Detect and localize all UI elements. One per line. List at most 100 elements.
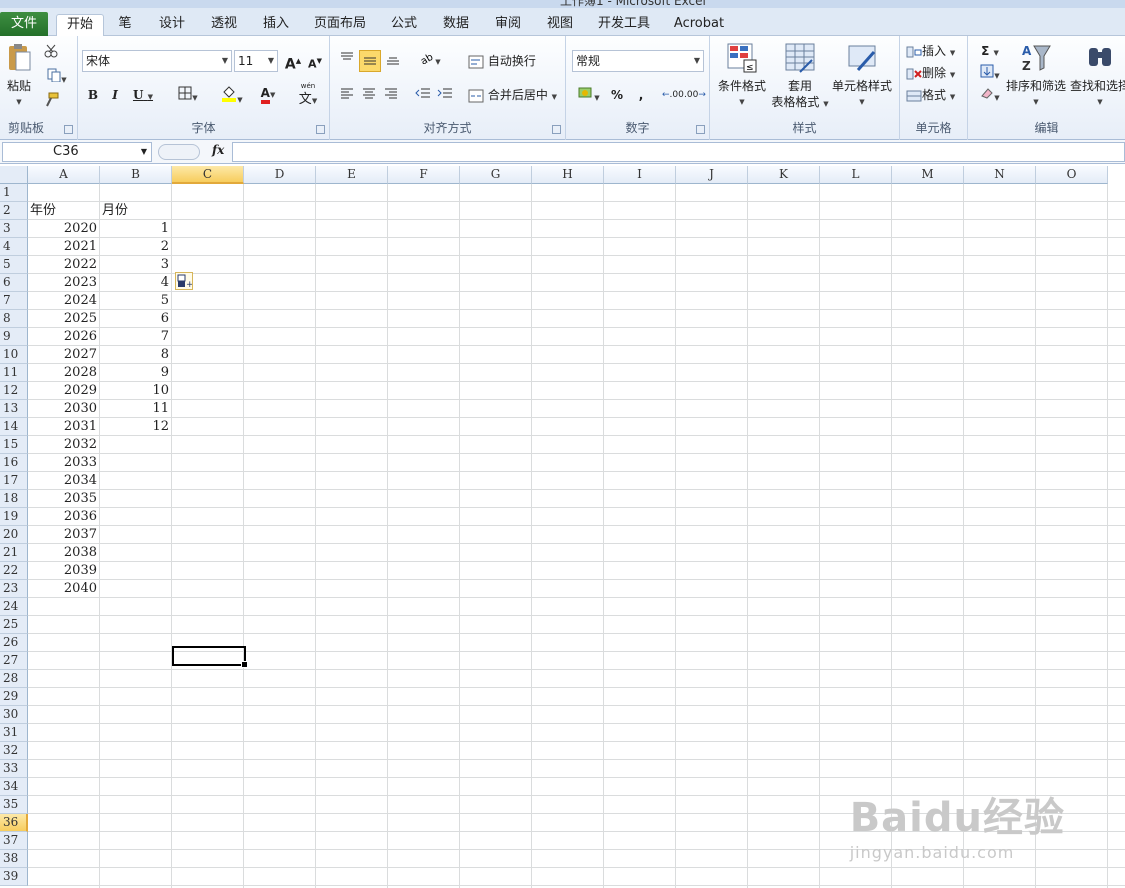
fill-color-button[interactable]: ▼ <box>216 84 248 104</box>
copy-icon[interactable]: ▼ <box>42 68 72 86</box>
auto-fill-options-button[interactable]: + <box>175 272 194 290</box>
row-header-30[interactable]: 30 <box>0 706 28 724</box>
decrease-indent-icon[interactable] <box>414 86 432 104</box>
borders-button[interactable]: ▼ <box>172 86 204 104</box>
cell-a10[interactable]: 2027 <box>28 346 100 364</box>
column-header-a[interactable]: A <box>28 166 100 184</box>
row-header-35[interactable]: 35 <box>0 796 28 814</box>
row-header-33[interactable]: 33 <box>0 760 28 778</box>
row-header-25[interactable]: 25 <box>0 616 28 634</box>
underline-button[interactable]: U ▼ <box>128 86 158 104</box>
cell-a7[interactable]: 2024 <box>28 292 100 310</box>
font-launcher-icon[interactable] <box>316 125 325 134</box>
clipboard-launcher-icon[interactable] <box>64 125 73 134</box>
cell-a19[interactable]: 2036 <box>28 508 100 526</box>
row-header-23[interactable]: 23 <box>0 580 28 598</box>
cell-b11[interactable]: 9 <box>100 364 172 382</box>
column-header-e[interactable]: E <box>316 166 388 184</box>
bold-button[interactable]: B <box>84 86 102 104</box>
cell-a20[interactable]: 2037 <box>28 526 100 544</box>
font-name-select[interactable]: 宋体 ▼ <box>82 50 232 72</box>
row-header-31[interactable]: 31 <box>0 724 28 742</box>
row-header-32[interactable]: 32 <box>0 742 28 760</box>
cell-a9[interactable]: 2026 <box>28 328 100 346</box>
column-header-c[interactable]: C <box>172 166 244 184</box>
row-header-38[interactable]: 38 <box>0 850 28 868</box>
row-header-1[interactable]: 1 <box>0 184 28 202</box>
cell-b3[interactable]: 1 <box>100 220 172 238</box>
cell-a5[interactable]: 2022 <box>28 256 100 274</box>
clear-icon[interactable]: ▼ <box>976 86 1004 104</box>
row-header-3[interactable]: 3 <box>0 220 28 238</box>
row-header-39[interactable]: 39 <box>0 868 28 886</box>
comma-button[interactable]: , <box>632 86 650 104</box>
worksheet-grid[interactable]: ABCDEFGHIJKLMNO 1 2 3 4 5 6 7 8 9 10 11 12 13 14 15 16 1… <box>0 166 1125 888</box>
cell-styles-button[interactable]: 单元格样式 ▼ <box>828 42 896 110</box>
insert-cells-button[interactable]: 插入 ▼ <box>906 42 955 59</box>
cell-a13[interactable]: 2030 <box>28 400 100 418</box>
column-header-l[interactable]: L <box>820 166 892 184</box>
select-all-button[interactable] <box>0 166 28 184</box>
formula-bar-splitter[interactable] <box>158 144 200 160</box>
format-cells-button[interactable]: 格式 ▼ <box>906 86 955 103</box>
tab-file[interactable]: 文件 <box>0 12 48 36</box>
cell-a22[interactable]: 2039 <box>28 562 100 580</box>
cell-b10[interactable]: 8 <box>100 346 172 364</box>
increase-decimal-button[interactable]: ←.00 <box>662 86 684 104</box>
column-header-j[interactable]: J <box>676 166 748 184</box>
wrap-text-button[interactable]: 自动换行 <box>468 52 536 69</box>
row-header-7[interactable]: 7 <box>0 292 28 310</box>
cell-b2[interactable]: 月份 <box>100 202 172 220</box>
cell-a18[interactable]: 2035 <box>28 490 100 508</box>
shrink-font-button[interactable]: A▼ <box>306 52 324 71</box>
cell-a17[interactable]: 2034 <box>28 472 100 490</box>
cell-a12[interactable]: 2029 <box>28 382 100 400</box>
row-header-26[interactable]: 26 <box>0 634 28 652</box>
row-header-17[interactable]: 17 <box>0 472 28 490</box>
number-launcher-icon[interactable] <box>696 125 705 134</box>
cell-b14[interactable]: 12 <box>100 418 172 436</box>
find-select-button[interactable]: 查找和选择 ▼ <box>1070 42 1125 110</box>
row-header-28[interactable]: 28 <box>0 670 28 688</box>
tab-formulas[interactable]: 公式 <box>382 14 426 36</box>
align-bottom-icon[interactable] <box>384 52 402 70</box>
cell-b5[interactable]: 3 <box>100 256 172 274</box>
tab-view[interactable]: 视图 <box>538 14 582 36</box>
row-header-27[interactable]: 27 <box>0 652 28 670</box>
column-header-h[interactable]: H <box>532 166 604 184</box>
conditional-formatting-button[interactable]: ≤ 条件格式 ▼ <box>714 42 770 110</box>
autosum-button[interactable]: Σ ▼ <box>976 42 1004 60</box>
row-header-2[interactable]: 2 <box>0 202 28 220</box>
cell-a4[interactable]: 2021 <box>28 238 100 256</box>
cell-b12[interactable]: 10 <box>100 382 172 400</box>
percent-button[interactable]: % <box>608 86 626 104</box>
cell-b6[interactable]: 4 <box>100 274 172 292</box>
row-header-21[interactable]: 21 <box>0 544 28 562</box>
row-header-29[interactable]: 29 <box>0 688 28 706</box>
column-header-n[interactable]: N <box>964 166 1036 184</box>
tab-review[interactable]: 审阅 <box>486 14 530 36</box>
align-top-icon[interactable] <box>338 50 356 68</box>
tab-data[interactable]: 数据 <box>434 14 478 36</box>
row-header-12[interactable]: 12 <box>0 382 28 400</box>
row-header-20[interactable]: 20 <box>0 526 28 544</box>
row-header-5[interactable]: 5 <box>0 256 28 274</box>
row-header-22[interactable]: 22 <box>0 562 28 580</box>
row-header-10[interactable]: 10 <box>0 346 28 364</box>
column-header-f[interactable]: F <box>388 166 460 184</box>
alignment-launcher-icon[interactable] <box>552 125 561 134</box>
tab-acrobat[interactable]: Acrobat <box>668 14 730 36</box>
paste-button[interactable]: 粘贴 ▼ <box>4 42 34 110</box>
tab-home[interactable]: 开始 <box>56 14 104 37</box>
column-header-d[interactable]: D <box>244 166 316 184</box>
row-header-14[interactable]: 14 <box>0 418 28 436</box>
row-header-13[interactable]: 13 <box>0 400 28 418</box>
column-header-i[interactable]: I <box>604 166 676 184</box>
column-header-k[interactable]: K <box>748 166 820 184</box>
font-size-select[interactable]: 11 ▼ <box>234 50 278 72</box>
cell-a8[interactable]: 2025 <box>28 310 100 328</box>
row-header-34[interactable]: 34 <box>0 778 28 796</box>
cell-a11[interactable]: 2028 <box>28 364 100 382</box>
tab-pen[interactable]: 笔 <box>110 14 140 36</box>
name-box[interactable]: C36 ▼ <box>2 142 152 162</box>
